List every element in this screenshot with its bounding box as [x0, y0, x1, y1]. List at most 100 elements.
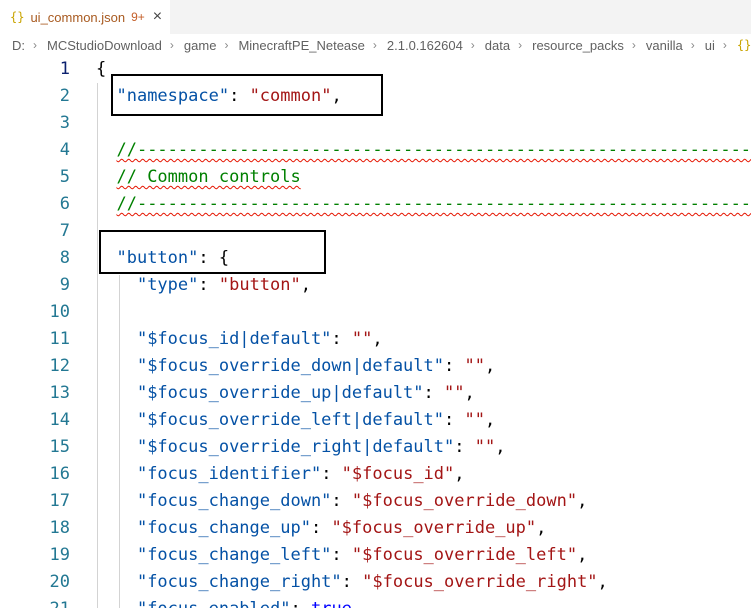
- code-token: :: [331, 545, 352, 565]
- code-token: "focus_change_up": [136, 518, 311, 538]
- code-token: "$focus_override_up": [331, 518, 537, 538]
- breadcrumb-item[interactable]: 2.1.0.162604: [387, 38, 463, 53]
- code-line[interactable]: 14 "$focus_override_left|default": "",: [0, 407, 751, 434]
- code-editor[interactable]: 1{2 "namespace": "common", 3 4 //---------…: [0, 56, 751, 608]
- code-text: "$focus_id|default": "",: [96, 326, 383, 353]
- chevron-right-icon: ›: [470, 38, 475, 52]
- code-token: ,: [536, 518, 547, 538]
- code-line[interactable]: 21 "focus_enabled": true,: [0, 596, 751, 608]
- breadcrumb-item[interactable]: resource_packs: [532, 38, 624, 53]
- code-line[interactable]: 10: [0, 299, 751, 326]
- chevron-right-icon: ›: [33, 38, 37, 52]
- code-text: "type": "button",: [96, 272, 311, 299]
- code-token: :: [444, 410, 465, 430]
- code-line[interactable]: 4 //------------------------------------…: [0, 137, 751, 164]
- code-line[interactable]: 20 "focus_change_right": "$focus_overrid…: [0, 569, 751, 596]
- code-token: ,: [597, 572, 608, 592]
- line-number: 15: [49, 437, 70, 457]
- code-text: "$focus_override_right|default": "",: [96, 434, 506, 461]
- line-number: 6: [59, 194, 70, 214]
- code-line[interactable]: 9 "type": "button",: [0, 272, 751, 299]
- chevron-right-icon: ›: [518, 38, 523, 52]
- code-line[interactable]: 16 "focus_identifier": "$focus_id",: [0, 461, 751, 488]
- line-number: 10: [49, 302, 70, 322]
- line-number: 2: [59, 86, 70, 106]
- code-token: "": [474, 437, 496, 457]
- tab-filename: ui_common.json: [30, 9, 126, 25]
- chevron-right-icon: ›: [169, 38, 174, 52]
- code-text: "focus_change_left": "$focus_override_le…: [96, 542, 587, 569]
- breadcrumb-item[interactable]: MinecraftPE_Netease: [238, 38, 364, 53]
- code-text: //--------------------------------------…: [96, 191, 751, 218]
- breadcrumb-item[interactable]: MCStudioDownload: [47, 38, 162, 53]
- line-number: 8: [59, 248, 70, 268]
- code-token: "$focus_override_down|default": [136, 356, 444, 376]
- code-token: ,: [454, 464, 465, 484]
- code-token: "": [464, 410, 485, 430]
- code-token: ,: [484, 410, 496, 430]
- problems-badge: 9+: [131, 10, 145, 24]
- line-number: 21: [0, 596, 70, 608]
- code-token: :: [341, 572, 363, 592]
- breadcrumb-item[interactable]: vanilla: [646, 38, 683, 53]
- line-number: 19: [49, 545, 70, 565]
- code-token: :: [423, 383, 445, 403]
- code-line[interactable]: 18 "focus_change_up": "$focus_override_u…: [0, 515, 751, 542]
- code-line[interactable]: 11 "$focus_id|default": "",: [0, 326, 751, 353]
- code-text: "focus_change_down": "$focus_override_do…: [96, 488, 587, 515]
- line-number: 4: [59, 140, 70, 160]
- code-line[interactable]: 6 //------------------------------------…: [0, 191, 751, 218]
- chevron-right-icon: ›: [224, 38, 229, 52]
- breadcrumb-item[interactable]: data: [485, 38, 510, 53]
- line-number: 7: [59, 221, 70, 241]
- line-number: 5: [59, 167, 70, 187]
- breadcrumb-item[interactable]: D:: [12, 38, 25, 53]
- code-token: "$focus_id": [341, 464, 455, 484]
- code-token: "focus_enabled": [137, 599, 291, 608]
- code-token: :: [290, 599, 310, 608]
- code-token: "focus_change_right": [136, 572, 342, 592]
- code-token: "focus_identifier": [136, 464, 322, 484]
- code-token: "button": [218, 275, 301, 295]
- code-line[interactable]: 15 "$focus_override_right|default": "",: [0, 434, 751, 461]
- code-token: "focus_change_down": [136, 491, 332, 511]
- code-text: "focus_identifier": "$focus_id",: [96, 461, 465, 488]
- code-token: ,: [495, 437, 506, 457]
- code-token: ,: [352, 599, 362, 608]
- code-token: "type": [136, 275, 199, 295]
- code-line[interactable]: 17 "focus_change_down": "$focus_override…: [0, 488, 751, 515]
- breadcrumb-item[interactable]: ui: [705, 38, 715, 53]
- code-token: {: [96, 59, 107, 79]
- code-token: "$focus_override_right|default": [136, 437, 455, 457]
- code-token: :: [444, 356, 465, 376]
- code-line[interactable]: 12 "$focus_override_down|default": "",: [0, 353, 751, 380]
- line-number: 20: [49, 572, 70, 592]
- code-token: "$focus_override_up|default": [136, 383, 424, 403]
- code-text: "focus_change_right": "$focus_override_r…: [96, 569, 608, 596]
- code-line[interactable]: 5 // Common controls: [0, 164, 751, 191]
- tab-ui-common-json[interactable]: {} ui_common.json 9+ ×: [0, 0, 170, 34]
- code-line[interactable]: 19 "focus_change_left": "$focus_override…: [0, 542, 751, 569]
- breadcrumb-item[interactable]: game: [184, 38, 217, 53]
- code-token: ,: [372, 329, 383, 349]
- code-token: "$focus_id|default": [136, 329, 332, 349]
- close-icon[interactable]: ×: [153, 8, 162, 26]
- line-number: 16: [49, 464, 70, 484]
- code-token: ,: [577, 545, 588, 565]
- code-line[interactable]: 13 "$focus_override_up|default": "",: [0, 380, 751, 407]
- code-text: "focus_change_up": "$focus_override_up",: [96, 515, 546, 542]
- chevron-right-icon: ›: [690, 38, 695, 52]
- code-token: //--------------------------------------…: [116, 194, 751, 214]
- line-number: 3: [59, 113, 70, 133]
- code-text: {: [96, 56, 106, 83]
